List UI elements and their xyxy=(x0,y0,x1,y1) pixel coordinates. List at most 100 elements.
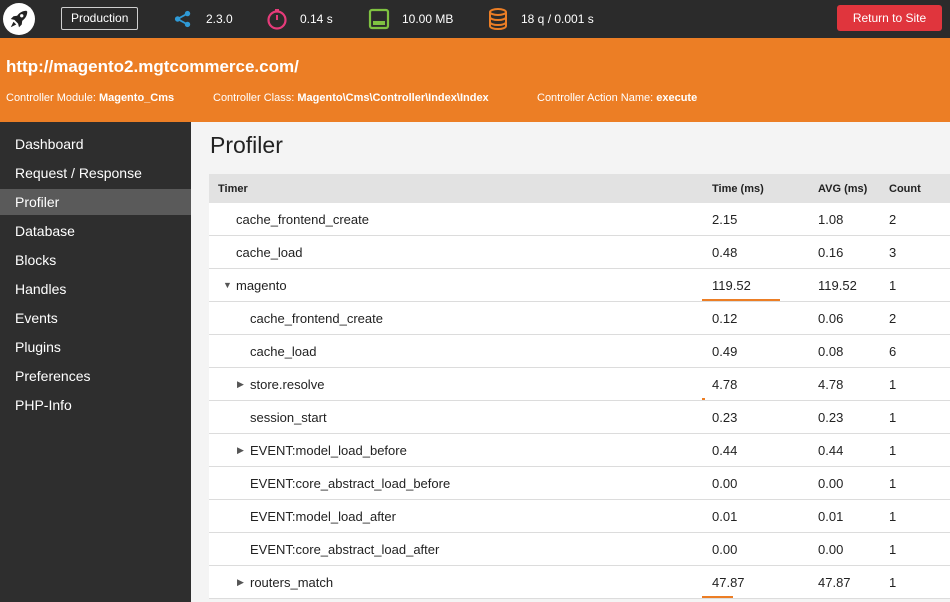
timer-name: routers_match xyxy=(250,574,334,590)
timer-cell: EVENT:core_abstract_load_after xyxy=(209,542,702,557)
time-cell: 2.15 xyxy=(702,203,808,235)
avg-cell: 0.08 xyxy=(818,343,844,359)
time-value: 0.44 xyxy=(712,442,738,458)
controller-action-value: execute xyxy=(656,92,698,104)
timer-cell: cache_frontend_create xyxy=(209,212,702,227)
sidebar: Dashboard Request / Response Profiler Da… xyxy=(0,122,191,602)
sidebar-item-profiler[interactable]: Profiler xyxy=(0,189,191,215)
avg-cell: 0.00 xyxy=(818,475,844,491)
avg-cell: 119.52 xyxy=(818,277,857,293)
timer-name: magento xyxy=(236,277,287,293)
time-value: 0.14 s xyxy=(300,12,333,26)
memory-icon xyxy=(368,8,390,30)
sidebar-item-database[interactable]: Database xyxy=(0,218,191,244)
timer-name: cache_load xyxy=(236,244,303,260)
table-row: cache_frontend_create 2.15 1.08 2 xyxy=(209,203,950,236)
time-share-bar xyxy=(702,596,733,598)
environment-button[interactable]: Production xyxy=(61,7,139,30)
time-cell: 0.00 xyxy=(702,533,808,565)
table-header: Timer Time (ms) AVG (ms) Count xyxy=(209,174,950,203)
controller-action-label: Controller Action Name: xyxy=(537,92,654,104)
avg-cell: 4.78 xyxy=(818,376,844,392)
timer-name: EVENT:model_load_after xyxy=(250,508,396,524)
return-to-site-button[interactable]: Return to Site xyxy=(837,5,942,31)
table-row: EVENT:core_abstract_load_after 0.00 0.00 1 xyxy=(209,533,950,566)
table-body: cache_frontend_create 2.15 1.08 2 cache_load… xyxy=(209,203,950,599)
timer-cell: session_start xyxy=(209,410,702,425)
avg-cell: 47.87 xyxy=(818,574,851,590)
column-header-avg[interactable]: AVG (ms) xyxy=(808,183,879,195)
time-value: 4.78 xyxy=(712,376,738,392)
expand-caret-icon[interactable]: ▶ xyxy=(237,577,244,588)
rocket-logo-icon[interactable] xyxy=(3,3,35,35)
count-cell: 1 xyxy=(889,277,897,293)
time-value: 0.23 xyxy=(712,409,738,425)
avg-cell: 0.23 xyxy=(818,409,844,425)
profiler-table: Timer Time (ms) AVG (ms) Count cache_fro… xyxy=(209,174,950,599)
sidebar-item-preferences[interactable]: Preferences xyxy=(0,363,191,389)
memory-stat: 10.00 MB xyxy=(368,8,453,30)
page-title: Profiler xyxy=(210,132,283,158)
time-share-bar xyxy=(702,299,780,301)
table-row[interactable]: ▼ magento 119.52 119.52 1 xyxy=(209,269,950,302)
avg-cell: 0.06 xyxy=(818,310,844,326)
time-cell: 4.78 xyxy=(702,368,808,400)
request-header: http://magento2.mgtcommerce.com/ Control… xyxy=(0,38,950,122)
avg-cell: 0.44 xyxy=(818,442,844,458)
sidebar-item-php-info[interactable]: PHP-Info xyxy=(0,392,191,418)
table-row[interactable]: ▶ EVENT:model_load_before 0.44 0.44 1 xyxy=(209,434,950,467)
database-stat: 18 q / 0.001 s xyxy=(487,8,594,30)
collapse-caret-icon[interactable]: ▼ xyxy=(223,280,232,290)
column-header-timer[interactable]: Timer xyxy=(209,183,702,195)
sidebar-item-handles[interactable]: Handles xyxy=(0,276,191,302)
time-value: 47.87 xyxy=(712,574,745,590)
database-icon xyxy=(487,8,509,30)
sidebar-item-dashboard[interactable]: Dashboard xyxy=(0,131,191,157)
version-stat: 2.3.0 xyxy=(172,8,233,30)
column-header-count[interactable]: Count xyxy=(879,183,950,195)
memory-value: 10.00 MB xyxy=(402,12,454,26)
time-value: 0.00 xyxy=(712,475,738,491)
timer-name: EVENT:core_abstract_load_after xyxy=(250,541,440,557)
time-value: 0.48 xyxy=(712,244,738,260)
count-cell: 2 xyxy=(889,211,897,227)
timer-name: store.resolve xyxy=(250,376,325,392)
count-cell: 1 xyxy=(889,376,897,392)
request-url: http://magento2.mgtcommerce.com/ xyxy=(6,57,299,76)
count-cell: 3 xyxy=(889,244,897,260)
sidebar-item-plugins[interactable]: Plugins xyxy=(0,334,191,360)
timer-cell: ▶ routers_match xyxy=(209,575,702,590)
table-row[interactable]: ▶ store.resolve 4.78 4.78 1 xyxy=(209,368,950,401)
table-row: session_start 0.23 0.23 1 xyxy=(209,401,950,434)
timer-name: cache_load xyxy=(250,343,317,359)
column-header-time[interactable]: Time (ms) xyxy=(702,174,808,203)
table-row: EVENT:core_abstract_load_before 0.00 0.00 1 xyxy=(209,467,950,500)
count-cell: 6 xyxy=(889,343,897,359)
timer-cell: ▶ store.resolve xyxy=(209,377,702,392)
version-value: 2.3.0 xyxy=(206,12,233,26)
count-cell: 2 xyxy=(889,310,897,326)
table-row: cache_load 0.48 0.16 3 xyxy=(209,236,950,269)
time-value: 0.12 xyxy=(712,310,738,326)
controller-class: Controller Class: Magento\Cms\Controller… xyxy=(213,92,489,104)
time-cell: 0.12 xyxy=(702,302,808,334)
sidebar-item-blocks[interactable]: Blocks xyxy=(0,247,191,273)
timer-cell: ▶ EVENT:model_load_before xyxy=(209,443,702,458)
time-share-bar xyxy=(702,398,705,400)
count-cell: 1 xyxy=(889,541,897,557)
table-row: EVENT:model_load_after 0.01 0.01 1 xyxy=(209,500,950,533)
table-row: cache_load 0.49 0.08 6 xyxy=(209,335,950,368)
main-content: Profiler Timer Time (ms) AVG (ms) Count … xyxy=(191,122,950,602)
stopwatch-icon xyxy=(266,8,288,30)
timer-name: session_start xyxy=(250,409,327,425)
timer-cell: cache_load xyxy=(209,245,702,260)
time-value: 119.52 xyxy=(712,277,751,293)
count-cell: 1 xyxy=(889,508,897,524)
sidebar-item-events[interactable]: Events xyxy=(0,305,191,331)
count-cell: 1 xyxy=(889,442,897,458)
table-row[interactable]: ▶ routers_match 47.87 47.87 1 xyxy=(209,566,950,599)
timer-cell: ▼ magento xyxy=(209,278,702,293)
expand-caret-icon[interactable]: ▶ xyxy=(237,445,244,456)
sidebar-item-request-response[interactable]: Request / Response xyxy=(0,160,191,186)
expand-caret-icon[interactable]: ▶ xyxy=(237,379,244,390)
